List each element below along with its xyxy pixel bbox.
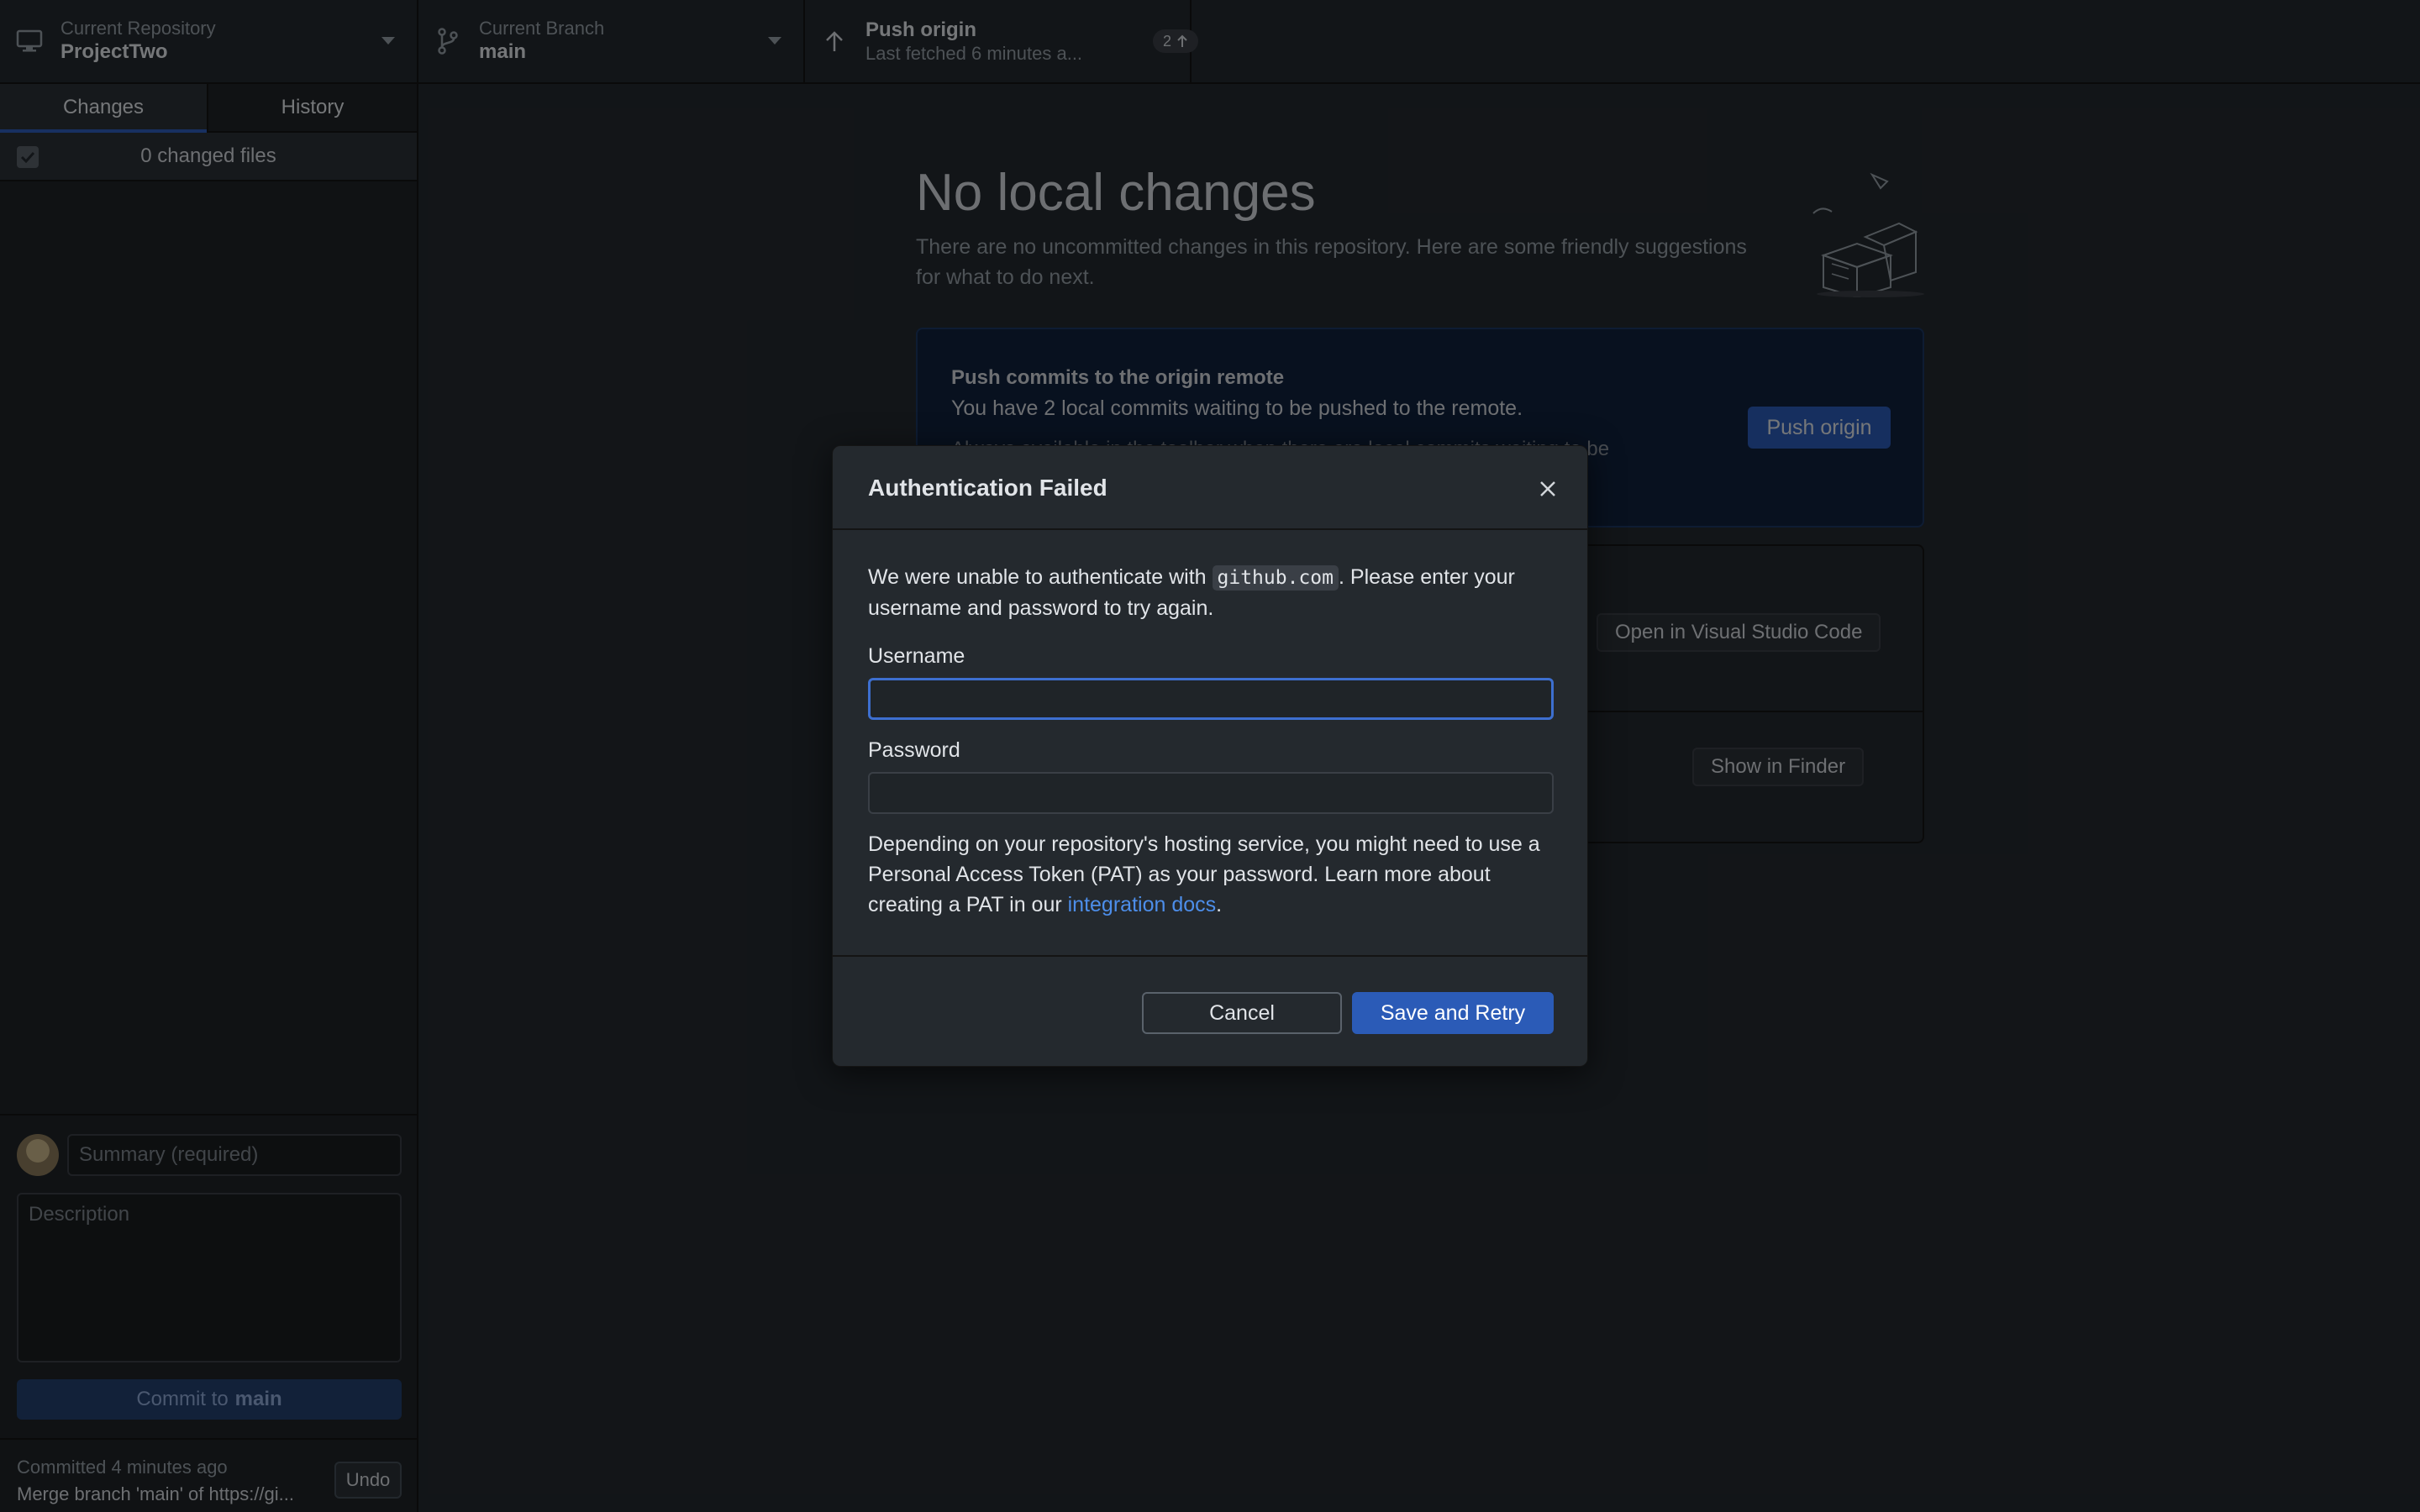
- dialog-footer: Cancel Save and Retry: [833, 957, 1587, 1066]
- note-text-end: .: [1216, 893, 1223, 916]
- app-window: Current Repository ProjectTwo Current Br…: [0, 0, 2420, 1512]
- password-label: Password: [868, 738, 960, 762]
- save-and-retry-button[interactable]: Save and Retry: [1352, 992, 1554, 1034]
- password-input[interactable]: [868, 772, 1554, 814]
- username-label: Username: [868, 644, 965, 668]
- dialog-title: Authentication Failed: [868, 475, 1107, 501]
- close-icon[interactable]: [1535, 476, 1560, 501]
- dialog-header: Authentication Failed: [833, 446, 1587, 530]
- host-code: github.com: [1212, 565, 1339, 591]
- dialog-message: We were unable to authenticate with gith…: [868, 562, 1557, 623]
- username-input[interactable]: [868, 678, 1554, 720]
- pat-note: Depending on your repository's hosting s…: [868, 829, 1565, 920]
- cancel-button[interactable]: Cancel: [1142, 992, 1342, 1034]
- auth-failed-dialog: Authentication Failed We were unable to …: [832, 445, 1588, 1067]
- message-text: We were unable to authenticate with: [868, 565, 1213, 589]
- integration-docs-link[interactable]: integration docs: [1068, 893, 1217, 916]
- dialog-body: We were unable to authenticate with gith…: [833, 530, 1587, 957]
